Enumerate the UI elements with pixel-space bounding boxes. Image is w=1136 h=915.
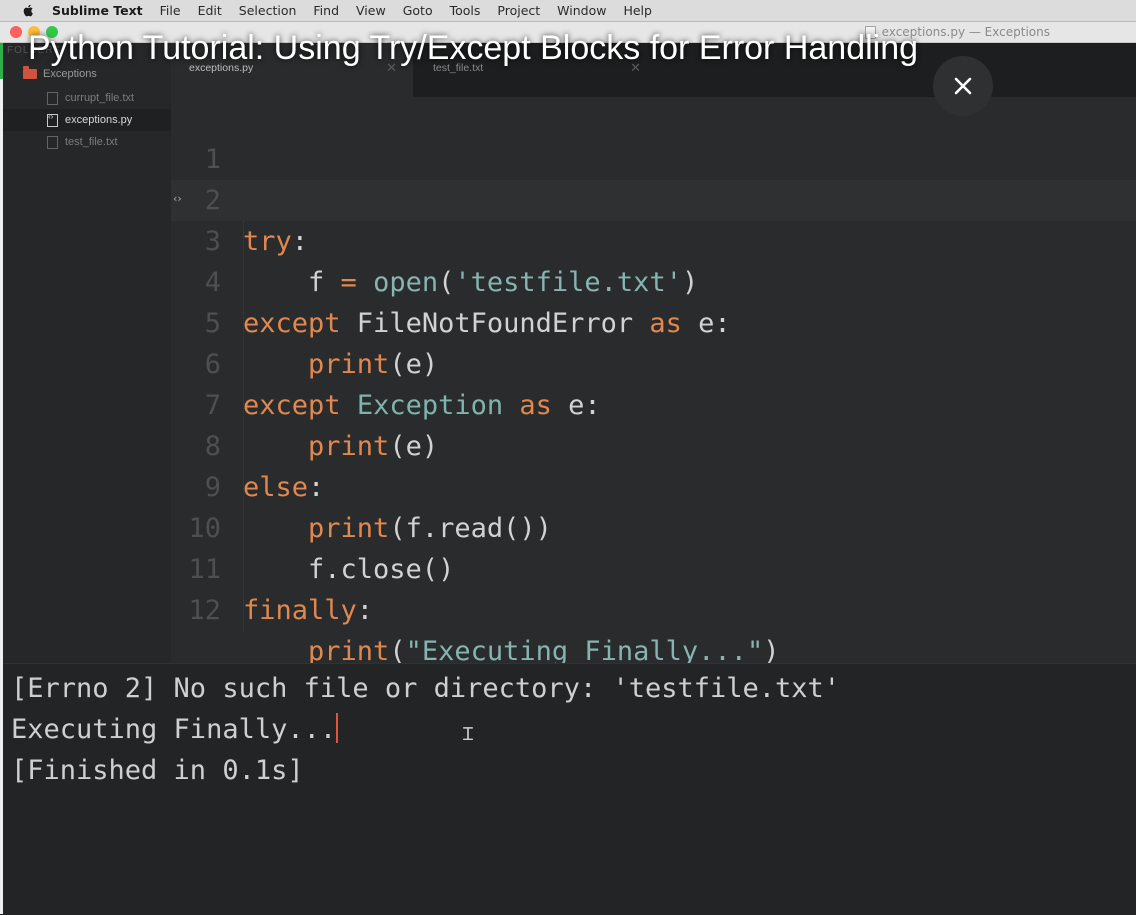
code-line[interactable]: 11 finally: <box>171 508 1136 626</box>
close-icon <box>954 77 972 95</box>
mac-menu-bar: Sublime Text File Edit Selection Find Vi… <box>0 0 1136 22</box>
sidebar-file-label: currupt_file.txt <box>65 92 135 104</box>
code-line[interactable]: 6 except Exception as e: <box>171 303 1136 421</box>
sidebar: FOLDERS Exceptions currupt_file.txt exce… <box>3 43 171 663</box>
menu-tools[interactable]: Tools <box>450 3 481 18</box>
text-file-icon <box>47 91 58 105</box>
menu-window[interactable]: Window <box>557 3 606 18</box>
line-number: 12 <box>188 595 221 626</box>
code-line[interactable]: 10 f.close() <box>171 467 1136 585</box>
text-cursor <box>336 713 339 743</box>
code-line-current[interactable]: 3 f = open('testfile.txt') <box>171 180 1136 298</box>
console-line: [Finished in 0.1s] <box>11 755 304 786</box>
code-file-icon <box>47 112 58 127</box>
console-line-with-cursor: Executing Finally... <box>11 709 339 750</box>
console-line: [Errno 2] No such file or directory: 'te… <box>11 673 841 704</box>
app-name-menu[interactable]: Sublime Text <box>52 3 143 18</box>
code-line[interactable]: 1 <box>171 98 1136 175</box>
sidebar-file-test[interactable]: test_file.txt <box>3 131 171 153</box>
menu-project[interactable]: Project <box>497 3 540 18</box>
code-line[interactable]: 7 print(e) <box>171 344 1136 462</box>
menu-view[interactable]: View <box>356 3 386 18</box>
code-text: finally: <box>243 595 374 626</box>
menu-file[interactable]: File <box>160 3 181 18</box>
sidebar-file-exceptions[interactable]: exceptions.py <box>3 109 171 131</box>
code-line[interactable]: 12 print("Executing Finally...") <box>171 549 1136 667</box>
code-editor[interactable]: ‹› 1 2 try: 3 f = open('testfile.txt') 4… <box>171 97 1136 667</box>
window-close-button[interactable] <box>10 26 22 38</box>
code-line[interactable]: 2 try: <box>171 139 1136 257</box>
menu-edit[interactable]: Edit <box>198 3 222 18</box>
code-line[interactable]: 8 else: <box>171 385 1136 503</box>
menu-find[interactable]: Find <box>313 3 339 18</box>
code-line[interactable]: 5 print(e) <box>171 262 1136 380</box>
overlay-close-button[interactable] <box>933 56 993 116</box>
code-line[interactable]: 4 except FileNotFoundError as e: <box>171 221 1136 339</box>
build-output-panel[interactable]: [Errno 2] No such file or directory: 'te… <box>3 663 1136 915</box>
ibeam-cursor-icon: Ɪ <box>463 724 474 745</box>
text-file-icon <box>47 135 58 149</box>
menu-help[interactable]: Help <box>623 3 652 18</box>
sidebar-file-label: exceptions.py <box>65 114 133 126</box>
folder-icon <box>23 66 37 79</box>
apple-logo-icon[interactable] <box>22 4 34 17</box>
code-line[interactable]: 9 print(f.read()) <box>171 426 1136 544</box>
sidebar-folder-label: Exceptions <box>43 68 97 80</box>
menu-goto[interactable]: Goto <box>403 3 433 18</box>
sidebar-file-label: test_file.txt <box>65 136 118 148</box>
console-line-text: Executing Finally... <box>11 714 337 745</box>
sidebar-file-currupt[interactable]: currupt_file.txt <box>3 87 171 109</box>
sidebar-folder-exceptions[interactable]: Exceptions <box>23 66 97 80</box>
video-title: Python Tutorial: Using Try/Except Blocks… <box>28 29 919 67</box>
menu-selection[interactable]: Selection <box>239 3 297 18</box>
